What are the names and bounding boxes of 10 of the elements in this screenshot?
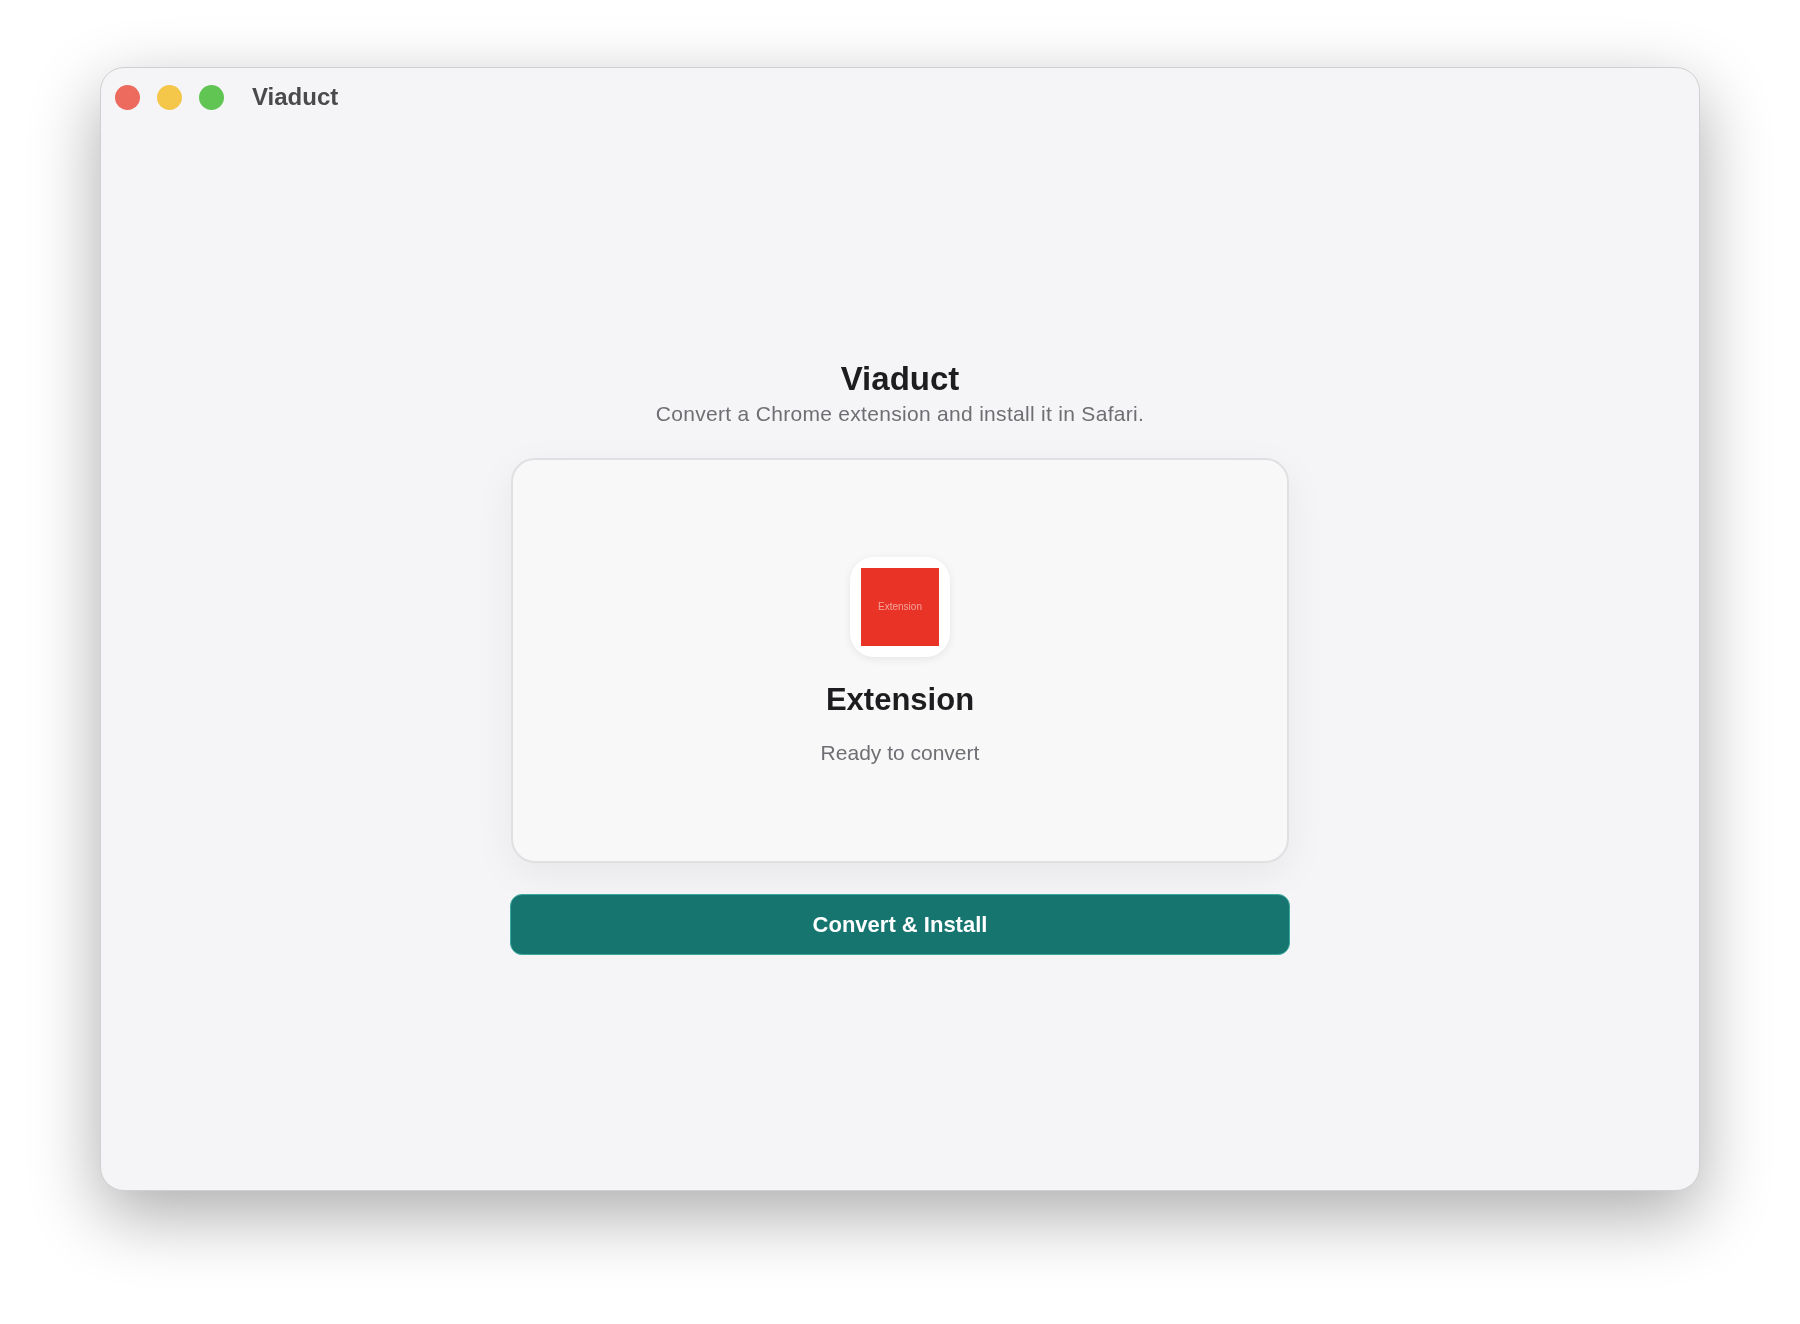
- icon-label: Extension: [878, 601, 922, 613]
- minimize-button[interactable]: [157, 84, 182, 110]
- extension-name: Extension: [825, 681, 975, 719]
- extension-status: Ready to convert: [820, 740, 980, 766]
- zoom-button[interactable]: [199, 84, 224, 110]
- app-title: Viaduct: [840, 359, 960, 399]
- app-subtitle: Convert a Chrome extension and install it in Safari.: [655, 401, 1145, 427]
- close-button[interactable]: [115, 84, 140, 110]
- convert-install-button[interactable]: Convert & Install: [510, 894, 1290, 955]
- window-title: Viaduct: [252, 82, 339, 112]
